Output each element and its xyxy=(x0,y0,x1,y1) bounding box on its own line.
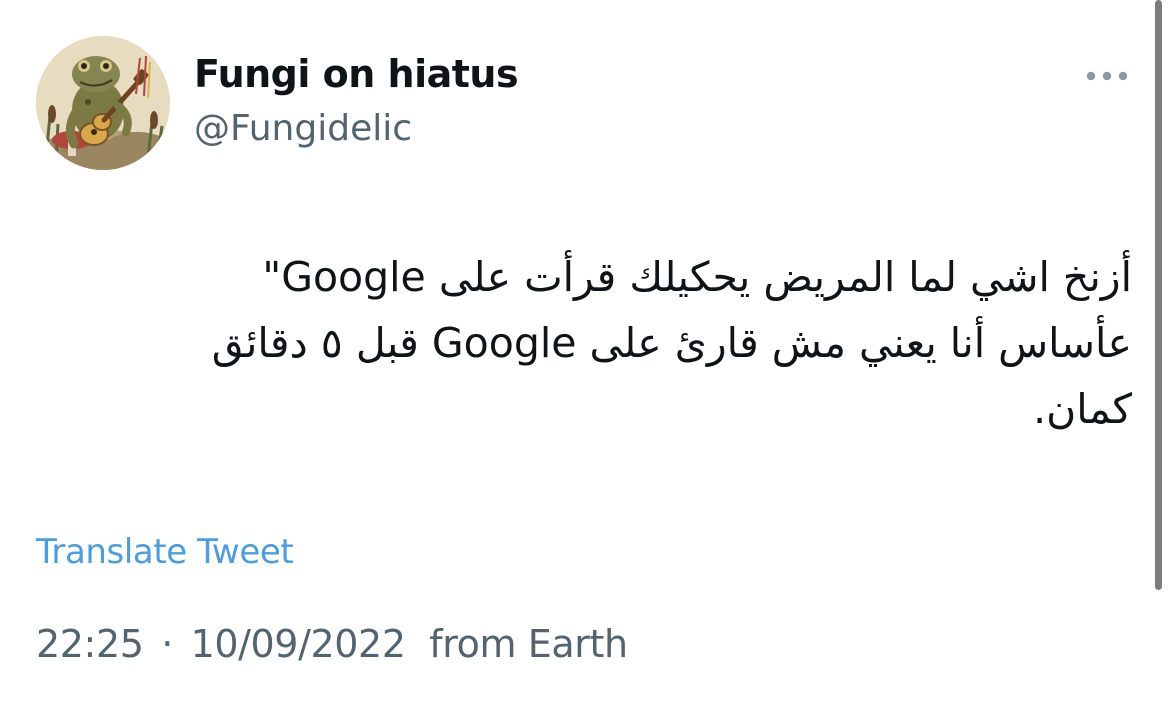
tweet-metadata: 22:25 · 10/09/2022 from Earth xyxy=(36,622,628,666)
frog-avatar-image xyxy=(36,36,170,170)
tweet-time[interactable]: 22:25 xyxy=(36,622,144,666)
translate-tweet-link[interactable]: Translate Tweet xyxy=(36,532,294,572)
tweet-card: Fungi on hiatus @Fungidelic أزنخ اشي لما… xyxy=(0,0,1170,703)
tweet-source: from Earth xyxy=(429,622,628,666)
tweet-text-line: أزنخ اشي لما المريض يحكيلك قرأت على Goog… xyxy=(262,253,1132,301)
tweet-text-line: عأساس أنا يعني مش قارئ على Google قبل ٥ … xyxy=(211,319,1132,367)
more-horizontal-icon xyxy=(1086,71,1128,81)
tweet-text-line: كمان. xyxy=(1033,385,1132,433)
meta-separator: · xyxy=(161,622,173,666)
tweet-text: أزنخ اشي لما المريض يحكيلك قرأت على Goog… xyxy=(60,244,1132,442)
tweet-date[interactable]: 10/09/2022 xyxy=(191,622,406,666)
more-options-button[interactable] xyxy=(1080,58,1134,94)
author-handle[interactable]: @Fungidelic xyxy=(194,108,412,149)
avatar[interactable] xyxy=(36,36,170,170)
scrollbar-thumb[interactable] xyxy=(1155,0,1162,590)
author-display-name[interactable]: Fungi on hiatus xyxy=(194,52,519,96)
